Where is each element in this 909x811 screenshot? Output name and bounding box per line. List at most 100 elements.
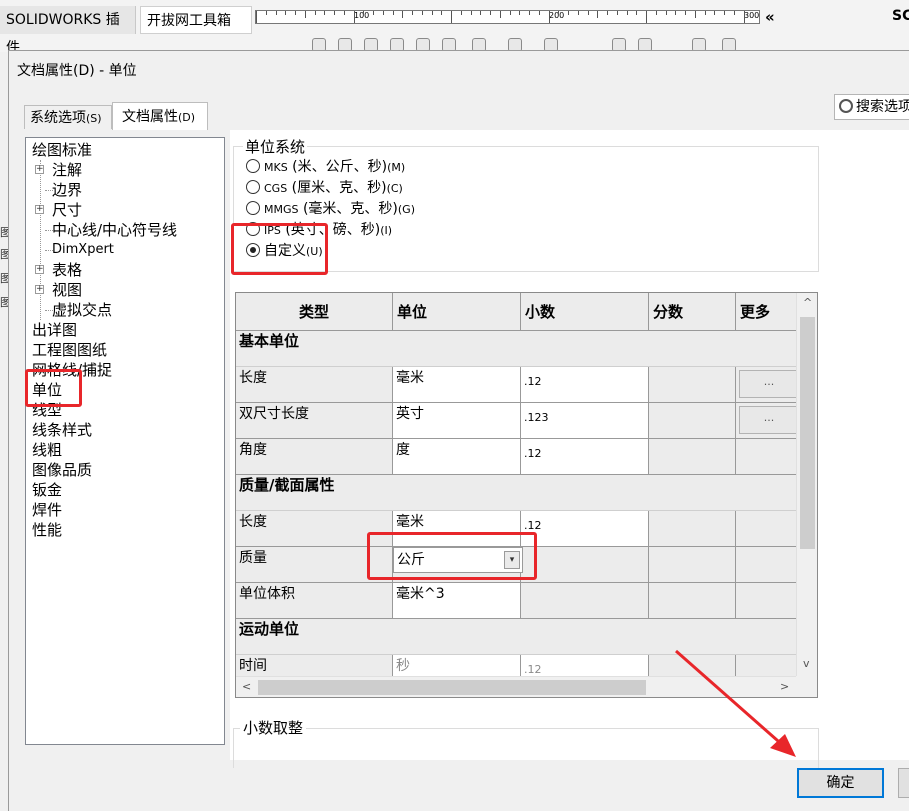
radio-circle xyxy=(246,159,260,173)
tree-line xyxy=(40,160,41,320)
cell-decimals xyxy=(521,583,649,619)
radio-key: (M) xyxy=(387,161,406,174)
rounding-group xyxy=(233,728,819,768)
cell-decimals[interactable]: .12 xyxy=(521,439,649,475)
cell-type: 双尺寸长度 xyxy=(236,403,393,439)
cancel-button-partial[interactable] xyxy=(898,768,909,798)
units-table-body: 类型 单位 小数 分数 更多 基本单位 长度 毫米 .12 ... 双尺寸长度 … xyxy=(236,293,798,678)
ruler-tick xyxy=(655,11,657,15)
ruler-tick xyxy=(421,11,423,15)
ruler-tick xyxy=(636,11,638,15)
radio-mmgs[interactable]: MMGS (毫米、克、秒)(G) xyxy=(246,199,415,219)
tree-item-drafting-standard[interactable]: 绘图标准 xyxy=(32,140,92,160)
cell-decimals[interactable]: .12 xyxy=(521,655,649,678)
collapse-icon[interactable]: « xyxy=(765,8,775,26)
ruler-tick xyxy=(343,11,345,15)
search-options-field[interactable]: 搜索选项 xyxy=(834,94,909,120)
expand-icon[interactable]: + xyxy=(35,205,44,214)
radio-cgs[interactable]: CGS (厘米、克、秒)(C) xyxy=(246,178,403,198)
ruler-tick xyxy=(714,11,716,15)
tree-item-weldments[interactable]: 焊件 xyxy=(32,500,62,520)
top-right-fragment: SC xyxy=(892,8,909,24)
ruler-tick xyxy=(704,11,706,15)
tree-item-views[interactable]: 视图 xyxy=(52,280,82,300)
scroll-left-icon[interactable]: < xyxy=(242,680,251,693)
cell-decimals[interactable]: .12 xyxy=(521,511,649,547)
highlight-custom-radio xyxy=(231,223,328,275)
tree-item-dimensions[interactable]: 尺寸 xyxy=(52,200,82,220)
ok-button[interactable]: 确定 xyxy=(797,768,884,798)
ruler-tick xyxy=(685,11,686,15)
tree-item-annotations[interactable]: 注解 xyxy=(52,160,82,180)
expand-icon[interactable]: + xyxy=(35,265,44,274)
tree-item-line-thickness[interactable]: 线粗 xyxy=(32,440,62,460)
ruler-tick xyxy=(646,11,647,23)
ruler-tick xyxy=(733,11,735,15)
horizontal-scroll-thumb[interactable] xyxy=(258,680,646,695)
cell-decimals[interactable]: .12 xyxy=(521,367,649,403)
ruler-tick xyxy=(392,11,394,15)
ruler-tick xyxy=(675,11,677,15)
tree-item-dimxpert[interactable]: DimXpert xyxy=(52,240,114,260)
expand-icon[interactable]: + xyxy=(35,165,44,174)
cell-unit[interactable]: 度 xyxy=(393,439,521,475)
more-button[interactable]: ... xyxy=(739,370,798,398)
radio-code: MKS xyxy=(264,161,288,174)
cell-unit[interactable]: 秒 xyxy=(393,655,521,678)
scroll-right-icon[interactable]: > xyxy=(780,680,789,693)
cell-unit[interactable]: 毫米^3 xyxy=(393,583,521,619)
cell-fractions xyxy=(649,403,736,439)
tree-item-drawing-sheets[interactable]: 工程图图纸 xyxy=(32,340,107,360)
column-header-more[interactable]: 更多 xyxy=(736,293,798,331)
column-header-decimals[interactable]: 小数 xyxy=(521,293,649,331)
tree-item-line-style[interactable]: 线条样式 xyxy=(32,420,92,440)
ruler-tick xyxy=(577,11,579,15)
tab-kaiba-toolbox[interactable]: 开拔网工具箱 xyxy=(140,6,252,34)
ruler-tick xyxy=(607,11,608,15)
tree-item-detailing[interactable]: 出详图 xyxy=(32,320,77,340)
cell-type: 时间 xyxy=(236,655,393,678)
tab-solidworks-plugins[interactable]: SOLIDWORKS 插件 xyxy=(0,6,136,56)
radio-mks[interactable]: MKS (米、公斤、秒)(M) xyxy=(246,157,405,177)
section-mass-properties: 质量/截面属性 xyxy=(236,475,798,511)
scroll-down-icon[interactable]: v xyxy=(803,657,810,670)
cell-fractions xyxy=(649,655,736,678)
column-header-unit[interactable]: 单位 xyxy=(393,293,521,331)
cell-fractions xyxy=(649,547,736,583)
expand-icon[interactable]: + xyxy=(35,285,44,294)
ruler-tick xyxy=(441,11,443,15)
tree-item-borders[interactable]: 边界 xyxy=(52,180,82,200)
cell-decimals[interactable]: .123 xyxy=(521,403,649,439)
more-button[interactable]: ... xyxy=(739,406,798,434)
ruler-tick xyxy=(743,11,745,23)
cell-more xyxy=(736,511,798,547)
cell-more xyxy=(736,547,798,583)
cell-fractions xyxy=(649,511,736,547)
radio-label: (厘米、克、秒) xyxy=(291,180,387,196)
ruler-tick xyxy=(499,11,501,18)
tree-item-virtual-sharps[interactable]: 虚拟交点 xyxy=(52,300,112,320)
tree-item-tables[interactable]: 表格 xyxy=(52,260,82,280)
column-header-type[interactable]: 类型 xyxy=(236,293,393,331)
ruler-tick xyxy=(363,11,365,15)
ruler-tick xyxy=(324,11,326,15)
tree-item-image-quality[interactable]: 图像品质 xyxy=(32,460,92,480)
cell-decimals xyxy=(521,547,649,583)
cell-unit[interactable]: 毫米 xyxy=(393,367,521,403)
tree-item-performance[interactable]: 性能 xyxy=(32,520,62,540)
scroll-up-icon[interactable]: ^ xyxy=(803,296,812,309)
vertical-scrollbar[interactable]: ^ v xyxy=(796,293,817,678)
cell-more xyxy=(736,583,798,619)
cell-unit[interactable]: 英寸 xyxy=(393,403,521,439)
ruler-tick xyxy=(431,11,433,15)
tab-document-properties[interactable]: 文档属性(D) xyxy=(112,102,208,130)
horizontal-scrollbar[interactable]: < > xyxy=(236,676,798,697)
app-top-strip: SOLIDWORKS 插件 开拔网工具箱 100 200 300 « SC xyxy=(0,0,909,56)
tab-system-options[interactable]: 系统选项(S) xyxy=(24,105,112,129)
vertical-scroll-thumb[interactable] xyxy=(800,317,815,549)
column-header-fractions[interactable]: 分数 xyxy=(649,293,736,331)
properties-tree: 绘图标准 + 注解 边界 + 尺寸 中心线/中心符号线 DimXpert + 表… xyxy=(25,137,225,745)
cell-fractions xyxy=(649,367,736,403)
tree-item-sheet-metal[interactable]: 钣金 xyxy=(32,480,62,500)
tree-item-centerlines[interactable]: 中心线/中心符号线 xyxy=(52,220,177,240)
